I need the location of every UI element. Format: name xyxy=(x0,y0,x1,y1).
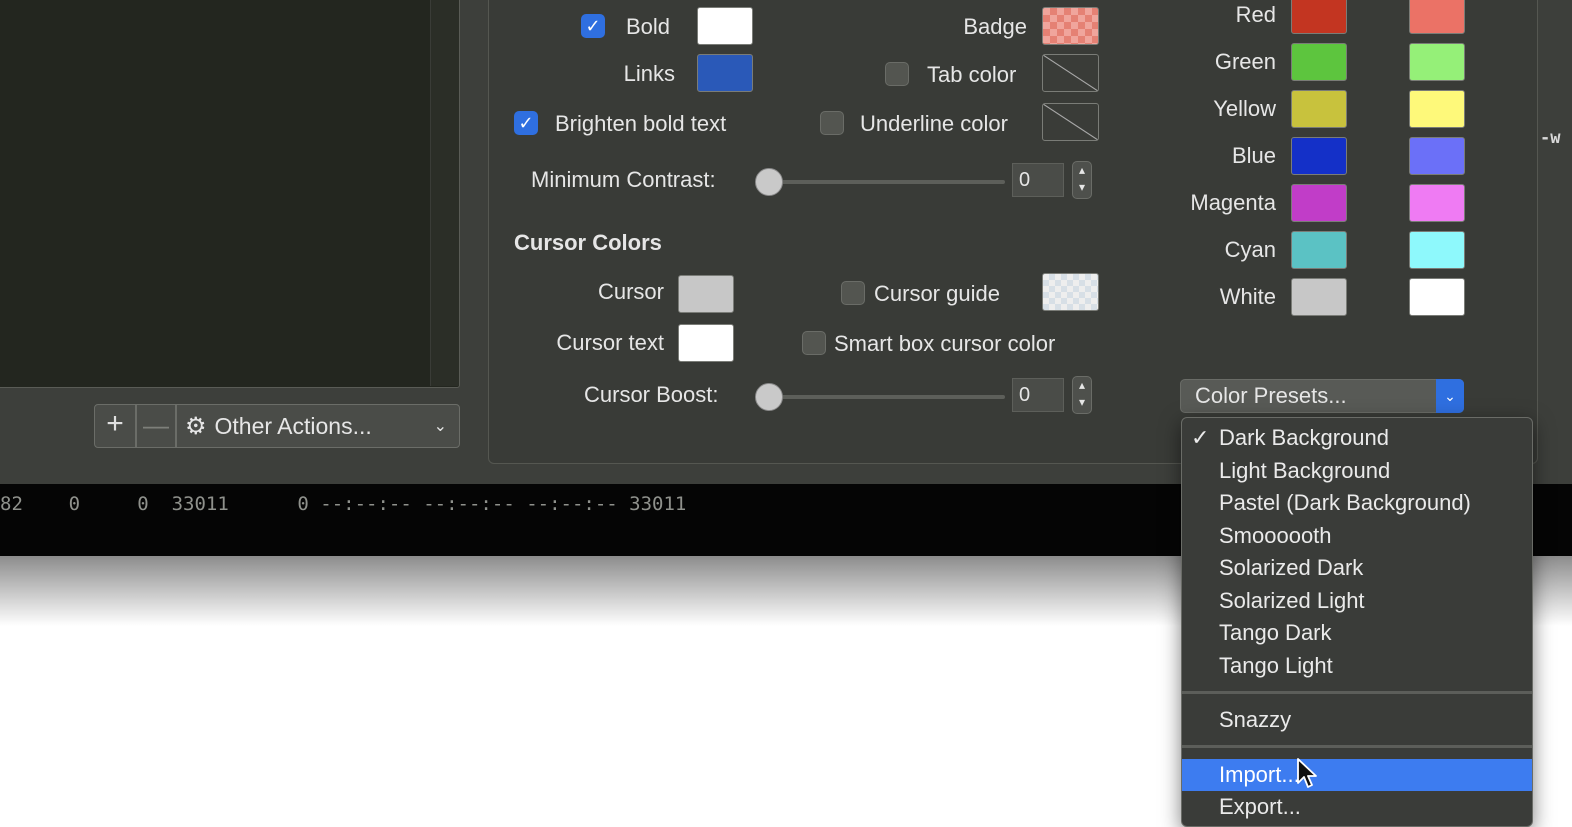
menu-item-custom-preset[interactable]: Snazzy xyxy=(1182,704,1532,736)
menu-item-label: Solarized Dark xyxy=(1219,555,1364,580)
profile-list[interactable] xyxy=(0,0,460,388)
menu-item-preset[interactable]: Tango Dark xyxy=(1182,617,1532,649)
profile-list-scrollbar[interactable] xyxy=(430,0,459,386)
chevron-down-icon[interactable]: ⌄ xyxy=(1436,379,1464,413)
menu-item-preset[interactable]: Light Background xyxy=(1182,455,1532,487)
chevron-down-icon: ⌄ xyxy=(433,418,447,435)
cursor-boost-field[interactable]: 0 xyxy=(1012,378,1064,412)
menu-item-preset[interactable]: Solarized Light xyxy=(1182,585,1532,617)
ansi-normal-swatch[interactable] xyxy=(1291,278,1347,316)
links-color-swatch[interactable] xyxy=(697,54,753,92)
menu-separator xyxy=(1182,745,1532,748)
menu-item-label: Light Background xyxy=(1219,458,1391,483)
menu-item-label: Smoooooth xyxy=(1219,523,1332,548)
ansi-bright-swatch[interactable] xyxy=(1409,137,1465,175)
minimum-contrast-slider[interactable] xyxy=(755,168,783,196)
ansi-color-label: Magenta xyxy=(1190,190,1276,215)
cursor-text-color-swatch[interactable] xyxy=(678,324,734,362)
links-label: Links xyxy=(623,61,675,86)
cursor-guide-checkbox[interactable] xyxy=(841,281,865,305)
cursor-boost-track xyxy=(770,395,1005,399)
menu-item-preset[interactable]: Smoooooth xyxy=(1182,520,1532,552)
ansi-bright-swatch[interactable] xyxy=(1409,43,1465,81)
menu-separator xyxy=(1182,691,1532,694)
menu-item-preset[interactable]: Solarized Dark xyxy=(1182,552,1532,584)
other-actions-label: Other Actions... xyxy=(214,412,372,439)
bold-color-swatch[interactable] xyxy=(697,7,753,45)
remove-profile-button[interactable]: — xyxy=(136,404,176,448)
ansi-color-label: Yellow xyxy=(1213,96,1276,121)
ansi-color-label: Green xyxy=(1214,49,1276,74)
minimum-contrast-label: Minimum Contrast: xyxy=(531,167,716,192)
underline-color-checkbox[interactable] xyxy=(820,111,844,135)
menu-item-label: Export... xyxy=(1219,794,1301,819)
menu-item-label: Snazzy xyxy=(1219,707,1292,732)
minimum-contrast-stepper[interactable]: ▴ ▾ xyxy=(1072,161,1092,199)
add-profile-button[interactable]: + xyxy=(94,404,136,448)
ansi-bright-swatch[interactable] xyxy=(1409,278,1465,316)
tab-color-checkbox[interactable] xyxy=(885,62,909,86)
ansi-bright-swatch[interactable] xyxy=(1409,184,1465,222)
tab-color-label: Tab color xyxy=(927,62,1017,87)
cursor-guide-label: Cursor guide xyxy=(874,281,1000,306)
menu-item-preset[interactable]: Tango Light xyxy=(1182,650,1532,682)
menu-item-label: Import... xyxy=(1219,762,1300,787)
cursor-boost-stepper[interactable]: ▴ ▾ xyxy=(1072,376,1092,414)
ansi-color-label: White xyxy=(1219,284,1276,309)
terminal-line: 82 0 0 33011 0 --:--:-- --:--:-- --:--:-… xyxy=(0,493,687,515)
ansi-normal-swatch[interactable] xyxy=(1291,43,1347,81)
menu-item-label: Solarized Light xyxy=(1219,588,1365,613)
cursor-boost-label: Cursor Boost: xyxy=(584,382,719,407)
ansi-normal-swatch[interactable] xyxy=(1291,184,1347,222)
ansi-color-label: Cyan xyxy=(1224,237,1276,262)
minimum-contrast-track xyxy=(770,180,1005,184)
brighten-bold-checkbox[interactable]: ✓ xyxy=(514,111,538,135)
other-actions-button[interactable]: ⚙ Other Actions... ⌄ xyxy=(176,404,460,448)
terminal-edge-text: -w xyxy=(1540,128,1561,148)
ansi-bright-swatch[interactable] xyxy=(1409,231,1465,269)
smart-box-cursor-checkbox[interactable] xyxy=(802,331,826,355)
mouse-pointer-icon xyxy=(1297,758,1317,788)
brighten-bold-label: Brighten bold text xyxy=(555,111,727,136)
bold-checkbox[interactable]: ✓ xyxy=(581,14,605,38)
cursor-guide-color-swatch[interactable] xyxy=(1042,273,1099,311)
cursor-label: Cursor xyxy=(597,279,664,304)
menu-item-preset[interactable]: ✓ Dark Background xyxy=(1182,422,1532,454)
ansi-bright-swatch[interactable] xyxy=(1409,90,1465,128)
ansi-color-label: Red xyxy=(1235,2,1276,27)
menu-item-label: Tango Light xyxy=(1219,653,1333,678)
menu-item-export[interactable]: Export... xyxy=(1182,791,1532,823)
ansi-normal-swatch[interactable] xyxy=(1291,90,1347,128)
minimum-contrast-field[interactable]: 0 xyxy=(1012,163,1064,197)
underline-color-swatch[interactable] xyxy=(1042,103,1099,141)
ansi-normal-swatch[interactable] xyxy=(1291,137,1347,175)
color-presets-button[interactable]: Color Presets... xyxy=(1180,379,1464,413)
menu-item-label: Dark Background xyxy=(1219,425,1389,450)
badge-color-swatch[interactable] xyxy=(1042,7,1099,45)
menu-item-label: Pastel (Dark Background) xyxy=(1219,490,1471,515)
ansi-normal-swatch[interactable] xyxy=(1291,0,1347,34)
cursor-color-swatch[interactable] xyxy=(678,275,734,313)
tab-color-swatch[interactable] xyxy=(1042,54,1099,92)
ansi-normal-swatch[interactable] xyxy=(1291,231,1347,269)
checkmark-icon: ✓ xyxy=(1191,425,1210,450)
menu-item-label: Tango Dark xyxy=(1219,620,1332,645)
smart-box-cursor-label: Smart box cursor color xyxy=(834,331,1056,356)
menu-item-preset[interactable]: Pastel (Dark Background) xyxy=(1182,487,1532,519)
ansi-color-label: Blue xyxy=(1231,143,1276,168)
ansi-bright-swatch[interactable] xyxy=(1409,0,1465,34)
bold-label: Bold xyxy=(626,14,671,39)
gear-icon: ⚙ xyxy=(185,412,207,440)
cursor-boost-slider[interactable] xyxy=(755,383,783,411)
underline-color-label: Underline color xyxy=(860,111,1008,136)
cursor-text-label: Cursor text xyxy=(556,330,664,355)
menu-item-import[interactable]: Import... xyxy=(1182,759,1532,791)
cursor-colors-heading: Cursor Colors xyxy=(514,230,662,255)
color-presets-menu: ✓ Dark Background Light Background Pastel… xyxy=(1181,417,1533,827)
badge-label: Badge xyxy=(963,14,1027,39)
